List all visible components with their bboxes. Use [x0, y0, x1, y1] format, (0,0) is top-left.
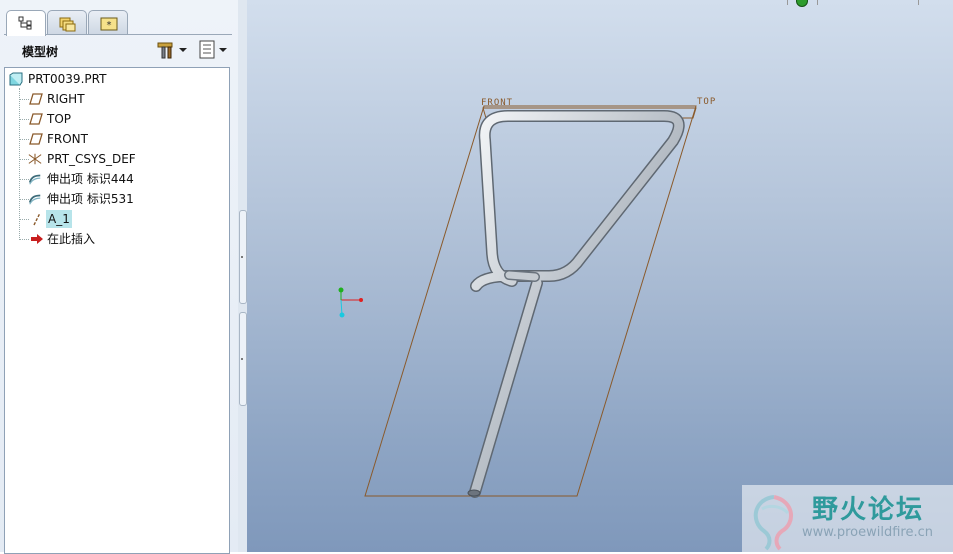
tab-favorites[interactable]: * — [88, 10, 128, 35]
toolbar-divider — [817, 0, 818, 5]
tree-item-label: 伸出项 标识531 — [47, 192, 134, 206]
tree-item-insert-here[interactable]: 在此插入 — [5, 230, 225, 248]
tree-item-label: TOP — [47, 112, 72, 126]
datum-label-top: TOP — [697, 97, 717, 107]
tree-item-label: 伸出项 标识444 — [47, 172, 134, 186]
toolbar-divider — [918, 0, 919, 5]
insert-here-arrow-icon — [31, 234, 43, 244]
tab-model-tree[interactable] — [6, 10, 46, 36]
folder-icon — [59, 17, 76, 32]
tree-item-label: 在此插入 — [47, 232, 96, 246]
splitter-grip[interactable] — [239, 210, 247, 304]
toolbar-divider — [787, 0, 788, 5]
sweep-feature-icon — [28, 194, 41, 205]
tree-item-label: A_1 — [46, 210, 72, 228]
tab-folder-browser[interactable] — [47, 10, 87, 35]
datum-plane-icon — [29, 93, 43, 105]
model-tree-tab-icon — [18, 16, 32, 30]
model-tree: PRT0039.PRT RIGHT TOP FRONT PRT_CSYS_DEF… — [4, 67, 230, 554]
tree-item-label: PRT_CSYS_DEF — [47, 152, 136, 166]
tree-item-label: PRT0039.PRT — [28, 72, 107, 86]
list-view-icon — [199, 40, 215, 59]
tree-item-right-plane[interactable]: RIGHT — [5, 90, 225, 108]
panel-splitter[interactable] — [238, 0, 247, 552]
datum-plane-icon — [29, 113, 43, 125]
model-tree-panel: * 模型树 PRT0039.PRT RIGHT TOP FRONT PRT_CS… — [0, 0, 239, 554]
panel-title: 模型树 — [22, 45, 59, 59]
tree-item-protrusion-444[interactable]: 伸出项 标识444 — [5, 170, 225, 188]
csys-triad — [338, 287, 363, 318]
tree-item-label: RIGHT — [47, 92, 85, 106]
graphics-viewport[interactable]: FRONT TOP — [247, 0, 953, 552]
favorites-icon: * — [100, 17, 118, 31]
datum-label-front: FRONT — [481, 98, 514, 108]
tree-item-label: FRONT — [47, 132, 88, 146]
splitter-grip[interactable] — [239, 312, 247, 406]
tree-item-axis-a1[interactable]: A_1 — [5, 210, 225, 228]
show-button[interactable] — [196, 40, 230, 60]
tree-item-csys[interactable]: PRT_CSYS_DEF — [5, 150, 225, 168]
settings-button[interactable] — [156, 40, 190, 60]
watermark-url: www.proewildfire.cn — [802, 525, 933, 540]
datum-axis-icon — [33, 212, 41, 226]
csys-icon — [28, 153, 42, 165]
chevron-down-icon — [219, 48, 227, 52]
tree-item-front-plane[interactable]: FRONT — [5, 130, 225, 148]
watermark: 野火论坛 www.proewildfire.cn — [742, 485, 953, 552]
chevron-down-icon — [179, 48, 187, 52]
tree-item-top-plane[interactable]: TOP — [5, 110, 225, 128]
tree-item-root[interactable]: PRT0039.PRT — [5, 70, 225, 88]
swept-tube — [467, 110, 685, 498]
part-icon — [9, 72, 23, 86]
svg-text:*: * — [107, 20, 112, 31]
watermark-logo-icon — [753, 495, 793, 551]
datum-plane-icon — [29, 133, 43, 145]
sweep-feature-icon — [28, 174, 41, 185]
tools-icon — [157, 42, 173, 59]
model-view — [338, 105, 697, 498]
watermark-title: 野火论坛 — [812, 495, 925, 525]
tree-item-protrusion-531[interactable]: 伸出项 标识531 — [5, 190, 225, 208]
